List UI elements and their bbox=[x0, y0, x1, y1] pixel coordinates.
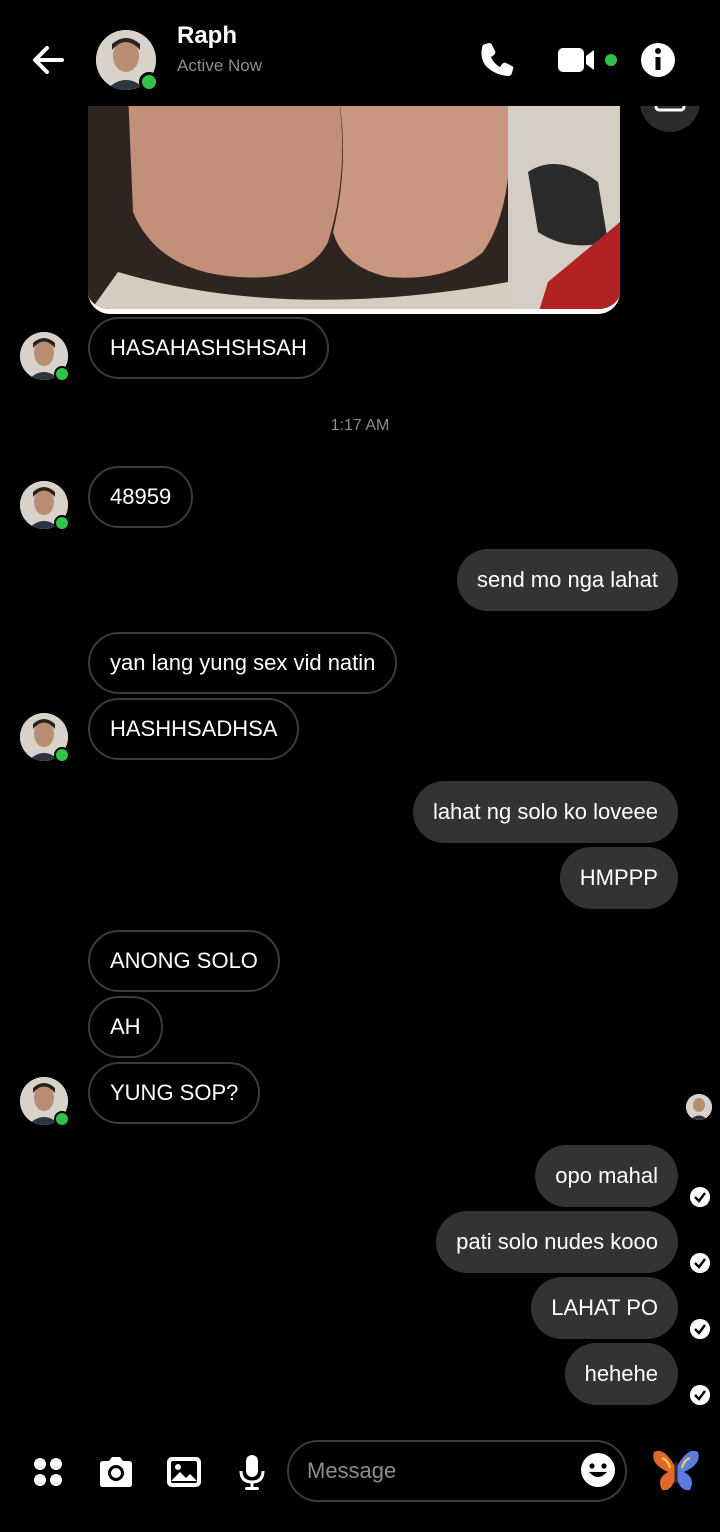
active-status: Active Now bbox=[177, 56, 263, 75]
message-bubble-received[interactable]: HASAHASHSHSAH bbox=[88, 317, 329, 379]
online-indicator bbox=[54, 515, 70, 531]
message-bubble-sent[interactable]: send mo nga lahat bbox=[456, 549, 678, 611]
delivered-check-icon bbox=[690, 1253, 710, 1273]
online-indicator bbox=[54, 747, 70, 763]
emoji-icon[interactable] bbox=[580, 1452, 616, 1488]
message-bubble-sent[interactable]: lahat ng solo ko loveee bbox=[412, 781, 678, 843]
apps-grid-icon[interactable] bbox=[26, 1450, 70, 1494]
arrow-left-icon[interactable] bbox=[28, 40, 68, 80]
message-bubble-received[interactable]: 48959 bbox=[88, 466, 194, 528]
message-bubble-received[interactable]: ANONG SOLO bbox=[88, 930, 280, 992]
info-icon[interactable] bbox=[636, 38, 680, 82]
video-camera-icon[interactable] bbox=[556, 38, 620, 82]
message-timestamp: 1:17 AM bbox=[330, 417, 390, 434]
message-bubble-received[interactable]: AH bbox=[88, 996, 163, 1058]
microphone-icon[interactable] bbox=[230, 1450, 274, 1494]
contact-name[interactable]: Raph bbox=[177, 22, 237, 50]
delivered-check-icon bbox=[690, 1319, 710, 1339]
online-indicator bbox=[54, 366, 70, 382]
message-bubble-sent[interactable]: opo mahal bbox=[535, 1145, 678, 1207]
shared-photo[interactable] bbox=[88, 92, 620, 314]
message-bubble-received[interactable]: YUNG SOP? bbox=[88, 1062, 261, 1124]
message-input[interactable] bbox=[287, 1440, 627, 1502]
butterfly-icon[interactable] bbox=[648, 1442, 704, 1498]
message-bubble-sent[interactable]: HMPPP bbox=[559, 847, 678, 909]
delivered-check-icon bbox=[690, 1385, 710, 1405]
online-indicator bbox=[139, 72, 159, 92]
gallery-icon[interactable] bbox=[162, 1450, 206, 1494]
message-bubble-sent[interactable]: pati solo nudes kooo bbox=[436, 1211, 678, 1273]
phone-icon[interactable] bbox=[474, 38, 518, 82]
delivered-check-icon bbox=[690, 1187, 710, 1207]
message-bubble-received[interactable]: HASHHSADHSA bbox=[88, 698, 300, 760]
camera-icon[interactable] bbox=[94, 1450, 138, 1494]
online-indicator bbox=[54, 1111, 70, 1127]
read-receipt-avatar bbox=[686, 1094, 712, 1120]
message-bubble-received[interactable]: yan lang yung sex vid natin bbox=[88, 632, 398, 694]
message-bubble-sent[interactable]: LAHAT PO bbox=[531, 1277, 678, 1339]
chat-header: Raph Active Now bbox=[0, 0, 720, 106]
message-bubble-sent[interactable]: hehehe bbox=[564, 1343, 678, 1405]
